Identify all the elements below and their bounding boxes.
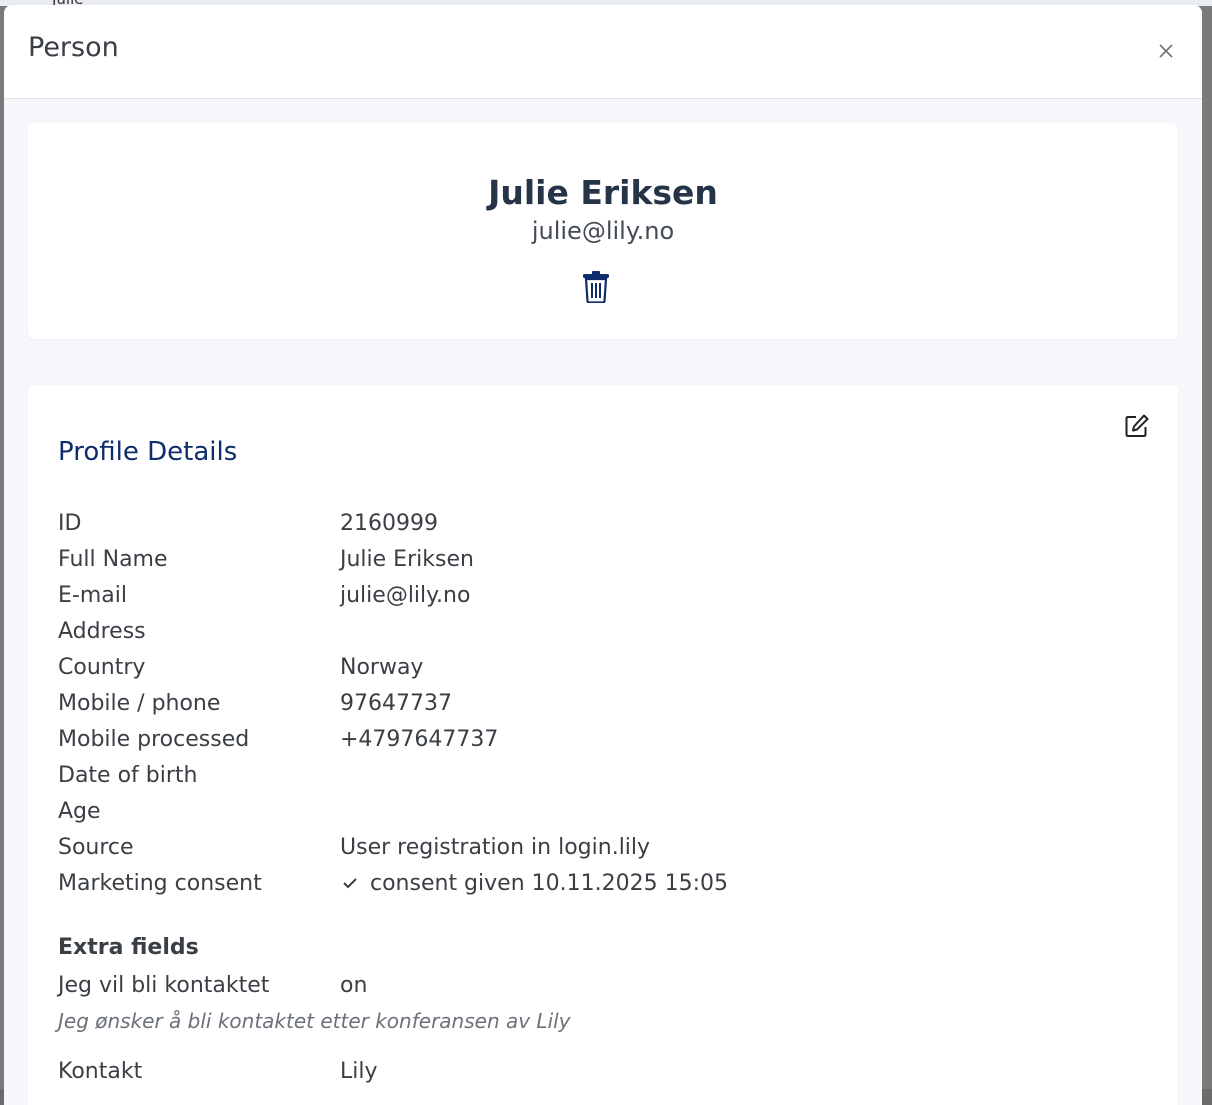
close-button[interactable] — [1152, 37, 1180, 65]
detail-value: +4797647737 — [340, 726, 499, 752]
detail-value: Norway — [340, 654, 424, 680]
detail-label: Address — [58, 618, 146, 644]
detail-label: Mobile processed — [58, 726, 250, 752]
detail-row-mobile-processed: Mobile processed +4797647737 — [58, 721, 1158, 757]
detail-label: Country — [58, 654, 146, 680]
detail-row-country: Country Norway — [58, 649, 1158, 685]
modal-body: Julie Eriksen julie@lily.no Profile Deta… — [4, 99, 1202, 1105]
edit-icon — [1125, 414, 1149, 437]
profile-details-card: Profile Details ID 2160999 Full Name Jul… — [28, 385, 1178, 1105]
person-name: Julie Eriksen — [488, 173, 718, 212]
detail-label: ID — [58, 510, 82, 536]
profile-summary-card: Julie Eriksen julie@lily.no — [28, 123, 1178, 339]
detail-row-source: Source User registration in login.lily — [58, 829, 1158, 865]
detail-label: Age — [58, 798, 101, 824]
close-icon — [1159, 44, 1173, 58]
detail-label: Source — [58, 834, 134, 860]
extra-row-kontakt: Kontakt Lily — [58, 1053, 1158, 1089]
modal-title: Person — [28, 32, 119, 63]
extra-fields-title: Extra fields — [58, 935, 199, 960]
detail-label: E-mail — [58, 582, 127, 608]
detail-value-consent: consent given 10.11.2025 15:05 — [340, 871, 1158, 896]
detail-label: Full Name — [58, 546, 168, 572]
detail-label: Marketing consent — [58, 870, 262, 896]
extra-value: Lily — [340, 1058, 378, 1084]
extra-row-contact-request: Jeg vil bli kontaktet on — [58, 967, 1158, 1003]
detail-row-age: Age — [58, 793, 1158, 829]
check-icon — [343, 878, 357, 889]
edit-button[interactable] — [1124, 413, 1152, 441]
detail-value: julie@lily.no — [340, 582, 471, 608]
trash-icon — [583, 271, 609, 304]
extra-label: Jeg vil bli kontaktet — [58, 972, 270, 998]
detail-row-id: ID 2160999 — [58, 505, 1158, 541]
detail-value: 97647737 — [340, 690, 452, 716]
person-email: julie@lily.no — [531, 217, 675, 245]
extra-hint: Jeg ønsker å bli kontaktet etter konfera… — [58, 1009, 571, 1033]
consent-text: consent given 10.11.2025 15:05 — [370, 870, 728, 896]
profile-details-list: ID 2160999 Full Name Julie Eriksen E-mai… — [58, 505, 1158, 901]
detail-label: Date of birth — [58, 762, 198, 788]
detail-row-full-name: Full Name Julie Eriksen — [58, 541, 1158, 577]
delete-button[interactable] — [581, 271, 611, 304]
extra-label: Kontakt — [58, 1058, 143, 1084]
detail-value: Julie Eriksen — [340, 546, 474, 572]
detail-row-date-of-birth: Date of birth — [58, 757, 1158, 793]
detail-row-email: E-mail julie@lily.no — [58, 577, 1158, 613]
section-title-profile-details: Profile Details — [58, 437, 238, 467]
extra-fields-list: Jeg vil bli kontaktet on Jeg ønsker å bl… — [58, 967, 1158, 1089]
detail-row-mobile: Mobile / phone 97647737 — [58, 685, 1158, 721]
person-modal: Person Julie Eriksen julie@lily.no Profi… — [4, 5, 1202, 1105]
detail-row-address: Address — [58, 613, 1158, 649]
extra-value: on — [340, 972, 368, 998]
modal-header: Person — [4, 5, 1202, 99]
detail-value: User registration in login.lily — [340, 834, 651, 860]
detail-label: Mobile / phone — [58, 690, 221, 716]
detail-row-marketing-consent: Marketing consent consent given 10.11.20… — [58, 865, 1158, 901]
detail-value: 2160999 — [340, 510, 438, 536]
